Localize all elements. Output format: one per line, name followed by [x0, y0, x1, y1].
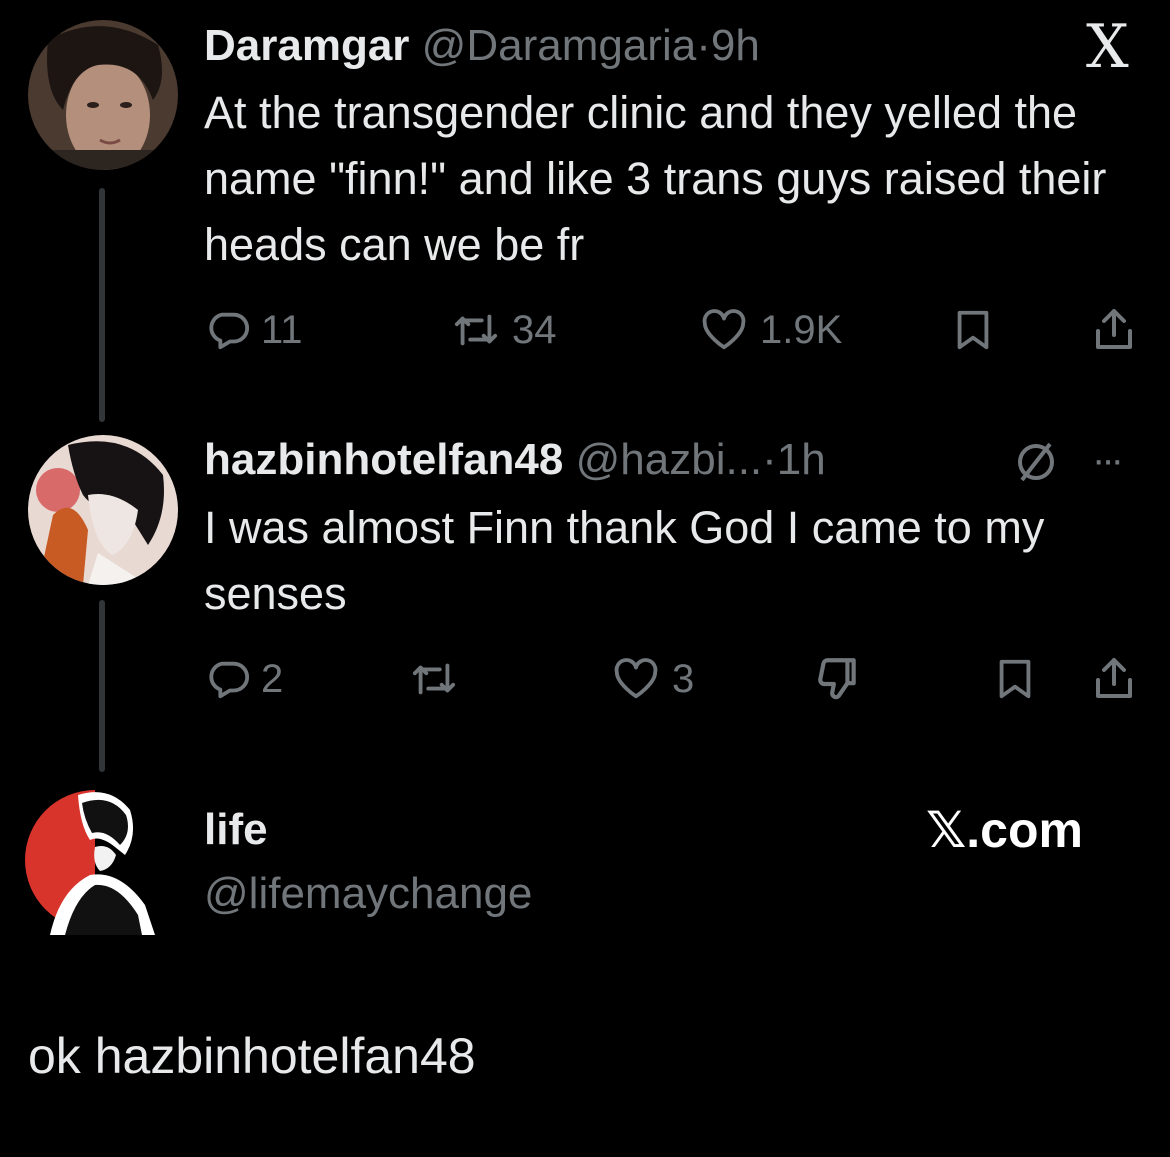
tweet1-time[interactable]: 9h	[711, 21, 760, 70]
tweet2-like-count: 3	[672, 656, 695, 701]
reply-icon	[209, 312, 250, 350]
tweet1-header: Daramgar @Daramgaria·9h	[204, 18, 760, 74]
thread-line-top	[99, 188, 105, 422]
tweet1-reply-button[interactable]: 11	[205, 307, 303, 353]
caption-text: ok hazbinhotelfan48	[28, 1028, 476, 1084]
avatar-life[interactable]	[20, 785, 170, 935]
tweet1-repost-count: 34	[512, 307, 557, 352]
tweet1-reply-count: 11	[261, 307, 303, 352]
like-icon	[702, 309, 746, 350]
tweet2-header: hazbinhotelfan48 @hazbi...·1h	[204, 432, 826, 488]
x-logo-icon[interactable]: X	[1086, 12, 1129, 82]
tweet1-display-name[interactable]: Daramgar	[204, 21, 409, 70]
tweet1-handle[interactable]: @Daramgaria	[422, 21, 697, 70]
tweet2-separator: ·	[762, 435, 777, 484]
share-icon	[1096, 658, 1132, 698]
tweet1-like-button[interactable]: 1.9K	[698, 307, 842, 353]
tweet2-share-button[interactable]	[1090, 654, 1138, 702]
x-com-brand: 𝕏.com	[926, 802, 1083, 858]
tweet2-time[interactable]: 1h	[777, 435, 826, 484]
repost-icon	[454, 314, 498, 346]
tweet2-reply-count: 2	[261, 656, 284, 701]
tweet1-repost-button[interactable]: 34	[450, 307, 557, 353]
thread-line-bottom	[99, 600, 105, 772]
tweet1-separator: ·	[696, 21, 711, 70]
card-handle[interactable]: @lifemaychange	[204, 866, 532, 922]
muted-circle-icon-svg	[1018, 442, 1054, 482]
dislike-icon	[818, 658, 856, 700]
tweet1-like-count: 1.9K	[760, 307, 843, 352]
avatar-hazbinhotelfan48[interactable]	[28, 435, 178, 585]
screenshot-page: Daramgar @Daramgaria·9h X At the transge…	[0, 0, 1170, 1157]
tweet2-handle[interactable]: @hazbi...	[576, 435, 763, 484]
bookmark-icon	[999, 659, 1031, 699]
reply-icon	[209, 661, 250, 699]
avatar-life-image	[20, 785, 170, 935]
tweet2-repost-button[interactable]	[408, 656, 460, 702]
avatar-daramgar-image	[28, 20, 178, 170]
tweet1-bookmark-button[interactable]	[950, 307, 996, 353]
tweet2-bookmark-button[interactable]	[992, 656, 1038, 702]
tweet2-display-name[interactable]: hazbinhotelfan48	[204, 435, 563, 484]
tweet1-share-button[interactable]	[1090, 305, 1138, 353]
tweet2-like-button[interactable]: 3	[610, 656, 694, 702]
tweet2-text: I was almost Finn thank God I came to my…	[204, 502, 1045, 619]
muted-circle-icon[interactable]	[1012, 438, 1060, 486]
avatar-daramgar[interactable]	[28, 20, 178, 170]
repost-icon	[412, 663, 456, 695]
avatar-hazbinhotelfan48-image	[28, 435, 178, 585]
tweet2-dislike-button[interactable]	[812, 654, 862, 704]
tweet2-reply-button[interactable]: 2	[205, 656, 283, 702]
bookmark-icon	[957, 310, 989, 350]
tweet1-text: At the transgender clinic and they yelle…	[204, 87, 1107, 270]
card-display-name[interactable]: life	[204, 802, 268, 858]
share-icon	[1096, 309, 1132, 349]
tweet2-more-button[interactable]: ···	[1092, 432, 1124, 488]
like-icon	[614, 658, 658, 699]
